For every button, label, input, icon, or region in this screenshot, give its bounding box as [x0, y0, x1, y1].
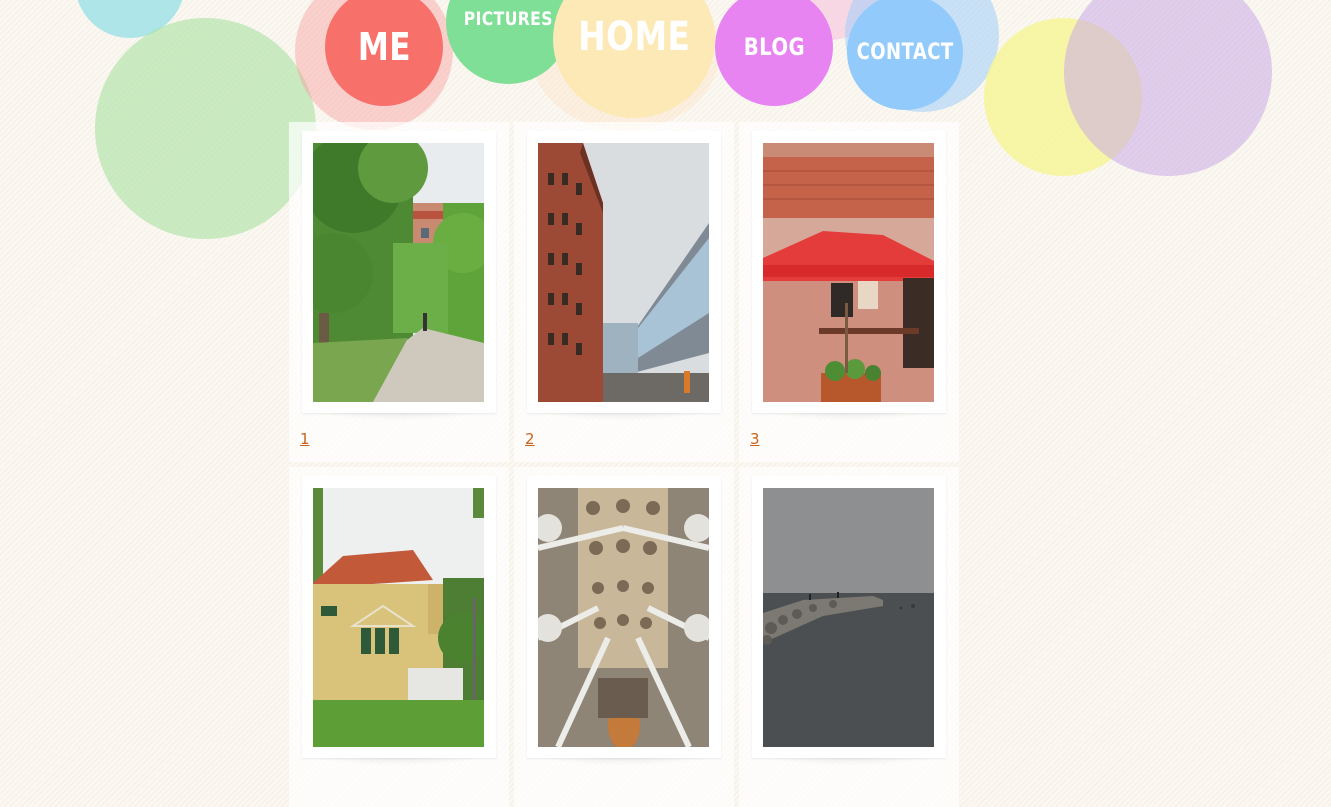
- decor-bubble-green: [95, 18, 316, 239]
- photo-yellow-villa-image: [313, 488, 484, 747]
- photo-thumbnail[interactable]: [538, 143, 709, 402]
- nav-blog-label: BLOG: [743, 33, 805, 61]
- gallery-item: 3: [739, 122, 959, 462]
- gallery-item: 2: [514, 122, 734, 462]
- photo-frame: [302, 131, 496, 421]
- photo-frame: [752, 131, 946, 421]
- nav-pictures-label: PICTURES: [463, 8, 553, 30]
- gallery-item: [514, 467, 734, 807]
- photo-frame: [752, 476, 946, 766]
- photo-stone-pier-image: [763, 488, 934, 747]
- nav-me-label: ME: [357, 25, 411, 69]
- photo-thumbnail[interactable]: [763, 143, 934, 402]
- photo-brick-building-image: [538, 143, 709, 402]
- photo-link-3[interactable]: 3: [750, 430, 760, 448]
- photo-thumbnail[interactable]: [538, 488, 709, 747]
- nav-blog-button[interactable]: BLOG: [715, 0, 833, 106]
- nav-home-label: HOME: [577, 14, 691, 60]
- photo-frame: [302, 476, 496, 766]
- photo-thumbnail[interactable]: [313, 143, 484, 402]
- photo-frame: [527, 131, 721, 421]
- photo-thumbnail[interactable]: [313, 488, 484, 747]
- photo-thumbnail[interactable]: [763, 488, 934, 747]
- photo-link-1[interactable]: 1: [300, 430, 310, 448]
- photo-cathedral-ceiling-image: [538, 488, 709, 747]
- nav-contact-label: CONTACT: [856, 39, 954, 65]
- photo-tree-path-image: [313, 143, 484, 402]
- gallery-item: [289, 467, 509, 807]
- gallery-item: 1: [289, 122, 509, 462]
- photo-frame: [527, 476, 721, 766]
- gallery-item: [739, 467, 959, 807]
- photo-cafe-umbrella-image: [763, 143, 934, 402]
- photo-link-2[interactable]: 2: [525, 430, 535, 448]
